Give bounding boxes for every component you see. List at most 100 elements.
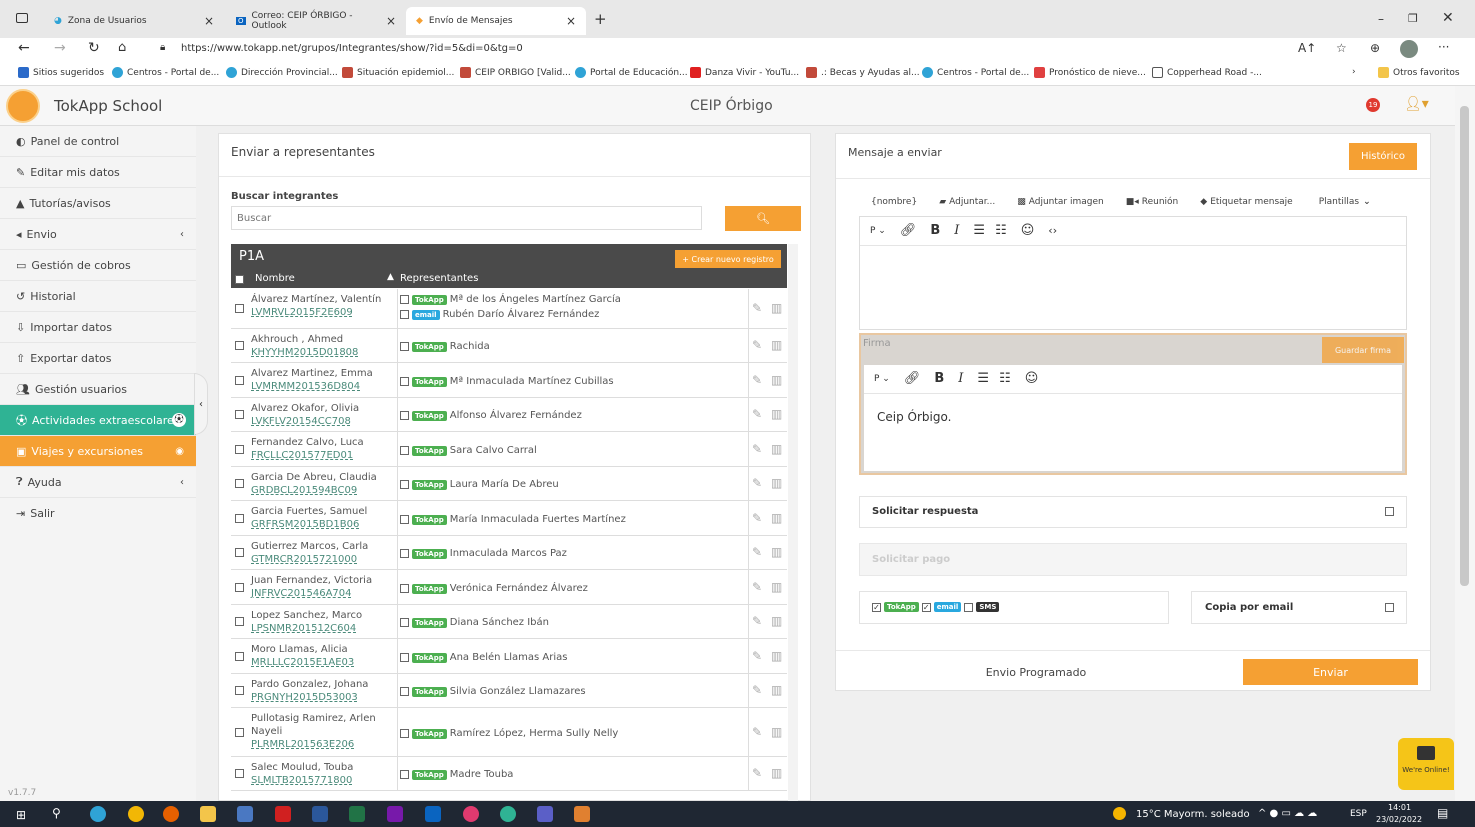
trash-icon[interactable]: ▥ [771,301,782,315]
row-checkbox[interactable] [235,652,244,661]
app-icon[interactable] [463,806,479,822]
page-scrollbar[interactable] [1455,86,1475,801]
bookmark-item[interactable]: Copperhead Road -... [1152,67,1262,78]
edit-icon[interactable]: ✎ [752,580,762,594]
representative-checkbox[interactable] [400,446,409,455]
sidebar-item-importar[interactable]: ⇩ Importar datos [0,312,196,343]
trash-icon[interactable]: ▥ [771,338,782,352]
sidebar-item-editar[interactable]: ✎ Editar mis datos [0,157,196,188]
signature-text[interactable]: Ceip Órbigo. [877,410,951,424]
acrobat-icon[interactable] [275,806,291,822]
representative-checkbox[interactable] [400,377,409,386]
url-field[interactable]: https://www.tokapp.net/grupos/Integrante… [181,43,523,54]
edit-icon[interactable]: ✎ [752,476,762,490]
representative-checkbox[interactable] [400,687,409,696]
language-indicator[interactable]: ESP [1350,809,1367,819]
row-checkbox[interactable] [235,548,244,557]
representative-checkbox[interactable] [400,411,409,420]
student-code[interactable]: FRCLLC201577ED01 [251,449,396,462]
representative-checkbox[interactable] [400,618,409,627]
bookmark-item[interactable]: Situación epidemiol... [342,67,454,78]
row-checkbox[interactable] [235,445,244,454]
student-code[interactable]: LVKFLV20154CC708 [251,415,396,428]
edit-icon[interactable]: ✎ [752,766,762,780]
restore-icon[interactable]: ❐ [1408,12,1418,25]
bullet-list-icon[interactable]: ☰ [973,223,985,238]
app-icon[interactable] [90,806,106,822]
edit-icon[interactable]: ✎ [752,614,762,628]
row-checkbox[interactable] [235,728,244,737]
sidebar-item-exportar[interactable]: ⇧ Exportar datos [0,343,196,374]
tag-message-button[interactable]: Etiquetar mensaje [1210,197,1293,207]
collections-icon[interactable]: ⊕ [1370,41,1380,55]
trash-icon[interactable]: ▥ [771,766,782,780]
trash-icon[interactable]: ▥ [771,649,782,663]
edit-icon[interactable]: ✎ [752,442,762,456]
explorer-icon[interactable] [200,806,216,822]
trash-icon[interactable]: ▥ [771,511,782,525]
trash-icon[interactable]: ▥ [771,373,782,387]
copy-email-checkbox[interactable] [1385,603,1394,612]
bookmark-item[interactable]: CEIP ORBIGO [Valid... [460,67,571,78]
student-code[interactable]: MRLLLC2015E1AE03 [251,656,396,669]
tab-outlook[interactable]: O Correo: CEIP ÓRBIGO - Outlook × [226,7,406,35]
edge-icon[interactable] [500,806,516,822]
bullet-list-icon[interactable]: ☰ [977,371,989,386]
student-code[interactable]: PRGNYH2015D53003 [251,691,396,704]
edit-icon[interactable]: ✎ [752,407,762,421]
close-icon[interactable]: × [566,14,576,28]
windows-start-icon[interactable]: ⊞ [16,808,26,822]
email-channel-checkbox[interactable]: ✓ [921,602,931,612]
student-code[interactable]: LVMRVL2015F2E609 [251,306,396,319]
row-checkbox[interactable] [235,583,244,592]
request-reply-row[interactable]: Solicitar respuesta [859,496,1407,528]
sidebar-item-viajes[interactable]: ▣ Viajes y excursiones ◉ [0,436,196,467]
row-checkbox[interactable] [235,514,244,523]
notification-icon[interactable]: 19 [1366,98,1380,112]
bookmark-item[interactable]: Centros - Portal de... [112,67,219,78]
read-aloud-icon[interactable]: A↑ [1298,41,1316,55]
more-icon[interactable]: ··· [1438,40,1449,54]
sidebar-item-actividades[interactable]: ⚽︎ Actividades extraescolares ⚽︎ [0,405,196,436]
numbered-list-icon[interactable]: ☷ [999,371,1011,386]
history-button[interactable]: Histórico [1349,143,1417,170]
code-icon[interactable]: ‹› [1048,224,1057,237]
sidebar-item-tutorias[interactable]: ▲ Tutorías/avisos [0,188,196,219]
close-icon[interactable]: × [386,14,396,28]
sidebar-item-cobros[interactable]: ▭ Gestión de cobros [0,250,196,281]
trash-icon[interactable]: ▥ [771,580,782,594]
representative-checkbox[interactable] [400,295,409,304]
edit-icon[interactable]: ✎ [752,649,762,663]
emoji-icon[interactable]: ☺ [1025,371,1039,386]
paragraph-dropdown[interactable]: P ⌄ [874,374,890,384]
student-code[interactable]: LVMRMM201536D804 [251,380,396,393]
tray-icons[interactable]: ^ ● ▭ ☁ ☁ [1258,808,1317,819]
send-button[interactable]: Enviar [1243,659,1418,685]
student-code[interactable]: GRDBCL201594BC09 [251,484,396,497]
excel-icon[interactable] [349,806,365,822]
app-icon[interactable] [237,806,253,822]
representative-checkbox[interactable] [400,515,409,524]
row-checkbox[interactable] [235,769,244,778]
sidebar-item-ayuda[interactable]: ❓︎ Ayuda ‹ [0,467,196,498]
link-icon[interactable]: 🔗︎ [900,223,917,238]
other-favorites[interactable]: Otros favoritos [1378,67,1460,78]
row-checkbox[interactable] [235,479,244,488]
bookmark-item[interactable]: Centros - Portal de... [922,67,1029,78]
representative-checkbox[interactable] [400,549,409,558]
representative-checkbox[interactable] [400,770,409,779]
representative-checkbox[interactable] [400,480,409,489]
close-window-icon[interactable]: ✕ [1442,10,1454,26]
search-input[interactable] [231,206,702,230]
representative-checkbox[interactable] [400,342,409,351]
student-code[interactable]: JNFRVC201546A704 [251,587,396,600]
row-checkbox[interactable] [235,617,244,626]
bookmark-item[interactable]: Sitios sugeridos [18,67,104,78]
row-checkbox[interactable] [235,376,244,385]
bold-icon[interactable]: B [934,371,944,386]
trash-icon[interactable]: ▥ [771,725,782,739]
trash-icon[interactable]: ▥ [771,407,782,421]
attach-image-button[interactable]: Adjuntar imagen [1029,197,1104,207]
reload-icon[interactable]: ↻ [88,40,100,56]
home-icon[interactable]: ⌂ [118,40,126,55]
